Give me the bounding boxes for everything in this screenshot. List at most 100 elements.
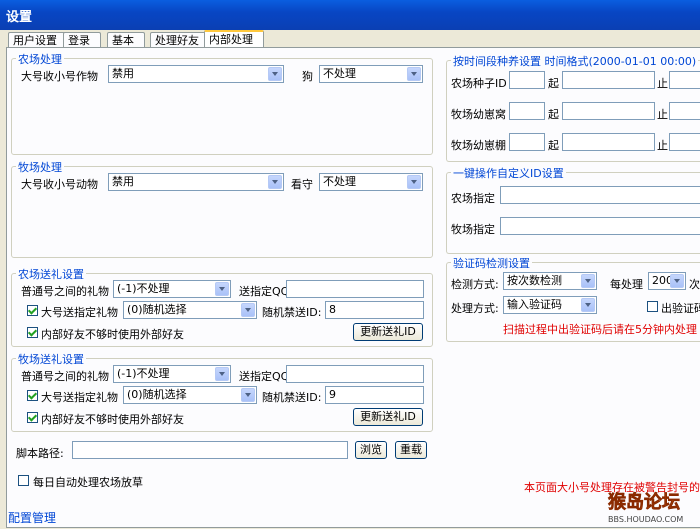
farm-harvest-select[interactable]: 禁用 xyxy=(108,65,284,83)
farm-gift-title: 农场送礼设置 xyxy=(16,266,86,282)
chevron-down-icon xyxy=(407,175,421,189)
captcha-title: 验证码检测设置 xyxy=(451,255,532,271)
farm-gift-ban-label: 随机禁送ID: xyxy=(262,306,322,319)
ranch-gift-normal-select[interactable]: (-1)不处理 xyxy=(113,365,231,383)
ranch-gift-big-select[interactable]: (0)随机选择 xyxy=(123,386,257,404)
watermark-graphic: 猴岛论坛 BBS.HOUDAO.COM xyxy=(608,491,684,524)
time-row-label-2: 牧场幼崽窝 xyxy=(451,108,506,121)
captcha-per-stepper[interactable]: 200 xyxy=(648,272,686,290)
stepper-icon[interactable] xyxy=(670,274,684,288)
watermark-logo: 猴岛论坛 BBS.HOUDAO.COM xyxy=(600,484,700,526)
chevron-down-icon xyxy=(268,175,282,189)
ranch-gift-big-label: 大号送指定礼物 xyxy=(41,391,118,404)
time-row-1-id-input[interactable] xyxy=(509,71,545,89)
auto-grass-checkbox[interactable] xyxy=(18,475,29,486)
watermark-title: 猴岛论坛 xyxy=(608,491,680,513)
one-click-title: 一键操作自定义ID设置 xyxy=(451,165,566,181)
one-click-ranch-label: 牧场指定 xyxy=(451,223,495,236)
farm-gift-normal-select[interactable]: (-1)不处理 xyxy=(113,280,231,298)
script-path-input[interactable] xyxy=(72,441,348,459)
time-row-1-from-label: 起 xyxy=(548,77,559,90)
ranch-gift-normal-label: 普通号之间的礼物 xyxy=(21,370,109,383)
status-text[interactable]: 配置管理 xyxy=(8,509,56,526)
farm-gift-external-checkbox[interactable] xyxy=(27,327,38,338)
chevron-down-icon xyxy=(241,303,255,317)
ranch-gift-big-checkbox[interactable] xyxy=(27,390,38,401)
farm-gift-update-button[interactable]: 更新送礼ID xyxy=(353,323,423,341)
captcha-handle-label: 处理方式: xyxy=(451,302,499,315)
farm-gift-normal-label: 普通号之间的礼物 xyxy=(21,285,109,298)
chevron-down-icon xyxy=(268,67,282,81)
farm-gift-sendto-label: 送指定QQ xyxy=(239,285,290,298)
time-row-1-to-label: 止 xyxy=(657,77,668,90)
time-segment-title: 按时间段种养设置 时间格式(2000-01-01 00:00) xyxy=(451,53,699,69)
dialog-body: 用户设置 登录 基本 处理好友 内部处理 农场处理 大号收小号作物 禁用 狗 不… xyxy=(0,30,700,528)
ranch-gift-ban-input[interactable]: 9 xyxy=(325,386,424,404)
tab-panel: 农场处理 大号收小号作物 禁用 狗 不处理 牧场处理 大号收小号动物 禁用 看守… xyxy=(6,47,700,528)
tab-friends[interactable]: 处理好友 xyxy=(150,32,210,48)
time-row-1-to-input[interactable] xyxy=(669,71,700,89)
window-title: 设置 xyxy=(6,10,33,25)
chevron-down-icon xyxy=(581,274,595,288)
tab-basic[interactable]: 基本 xyxy=(107,32,145,48)
ranch-gift-external-checkbox[interactable] xyxy=(27,412,38,423)
one-click-farm-input[interactable] xyxy=(500,186,700,204)
captcha-detect-label: 检测方式: xyxy=(451,278,499,291)
farm-gift-ban-input[interactable]: 8 xyxy=(325,301,424,319)
captcha-group: 验证码检测设置 检测方式: 按次数检测 每处理 200 次 处理方式: 输入验证… xyxy=(446,255,700,342)
ranch-gift-sendto-input[interactable] xyxy=(286,365,424,383)
time-row-3-from-label: 起 xyxy=(548,139,559,152)
time-row-2-to-input[interactable] xyxy=(669,102,700,120)
farm-gift-sendto-input[interactable] xyxy=(286,280,424,298)
ranch-harvest-select[interactable]: 禁用 xyxy=(108,173,284,191)
ranch-gift-ban-label: 随机禁送ID: xyxy=(262,391,322,404)
ranch-gift-update-button[interactable]: 更新送礼ID xyxy=(353,408,423,426)
reload-button[interactable]: 重载 xyxy=(395,441,427,459)
chevron-down-icon xyxy=(581,298,595,312)
farm-gift-group: 农场送礼设置 普通号之间的礼物 (-1)不处理 送指定QQ 大号送指定礼物 (0… xyxy=(11,266,433,347)
one-click-group: 一键操作自定义ID设置 农场指定 牧场指定 xyxy=(446,165,700,254)
time-segment-group: 按时间段种养设置 时间格式(2000-01-01 00:00) 农场种子ID 起… xyxy=(446,53,700,162)
title-bar: 设置 xyxy=(0,0,700,30)
guard-label: 看守 xyxy=(291,178,313,191)
time-row-3-to-input[interactable] xyxy=(669,133,700,151)
ranch-gift-sendto-label: 送指定QQ xyxy=(239,370,290,383)
farm-group-title: 农场处理 xyxy=(16,51,64,67)
time-row-2-from-input[interactable] xyxy=(562,102,655,120)
auto-grass-label: 每日自动处理农场放草 xyxy=(33,476,143,489)
guard-select[interactable]: 不处理 xyxy=(319,173,423,191)
captcha-per-unit: 次 xyxy=(689,278,700,291)
captcha-handle-select[interactable]: 输入验证码 xyxy=(503,296,597,314)
ranch-gift-group: 牧场送礼设置 普通号之间的礼物 (-1)不处理 送指定QQ 大号送指定礼物 (0… xyxy=(11,351,433,432)
captcha-detect-select[interactable]: 按次数检测 xyxy=(503,272,597,290)
ranch-gift-external-label: 内部好友不够时使用外部好友 xyxy=(41,413,184,426)
dog-select[interactable]: 不处理 xyxy=(319,65,423,83)
farm-gift-external-label: 内部好友不够时使用外部好友 xyxy=(41,328,184,341)
chevron-down-icon xyxy=(215,282,229,296)
captcha-per-label: 每处理 xyxy=(610,278,643,291)
show-captcha-checkbox[interactable] xyxy=(647,301,658,312)
tab-login[interactable]: 登录 xyxy=(63,32,101,48)
time-row-2-id-input[interactable] xyxy=(509,102,545,120)
browse-button[interactable]: 浏览 xyxy=(355,441,387,459)
captcha-warning: 扫描过程中出验证码后请在5分钟内处理 xyxy=(503,323,697,336)
time-row-3-id-input[interactable] xyxy=(509,133,545,151)
time-row-1-from-input[interactable] xyxy=(562,71,655,89)
farm-group: 农场处理 大号收小号作物 禁用 狗 不处理 xyxy=(11,51,433,155)
ranch-group-title: 牧场处理 xyxy=(16,159,64,175)
script-path-label: 脚本路径: xyxy=(16,447,64,460)
chevron-down-icon xyxy=(407,67,421,81)
watermark-sub: BBS.HOUDAO.COM xyxy=(608,515,683,524)
chevron-down-icon xyxy=(215,367,229,381)
chevron-down-icon xyxy=(241,388,255,402)
farm-gift-big-select[interactable]: (0)随机选择 xyxy=(123,301,257,319)
time-row-3-from-input[interactable] xyxy=(562,133,655,151)
time-row-2-to-label: 止 xyxy=(657,108,668,121)
farm-gift-big-checkbox[interactable] xyxy=(27,305,38,316)
time-row-label-3: 牧场幼崽棚 xyxy=(451,139,506,152)
ranch-gift-title: 牧场送礼设置 xyxy=(16,351,86,367)
one-click-ranch-input[interactable] xyxy=(500,217,700,235)
farm-harvest-label: 大号收小号作物 xyxy=(21,70,98,83)
time-row-3-to-label: 止 xyxy=(657,139,668,152)
tab-user-settings[interactable]: 用户设置 xyxy=(8,32,66,48)
